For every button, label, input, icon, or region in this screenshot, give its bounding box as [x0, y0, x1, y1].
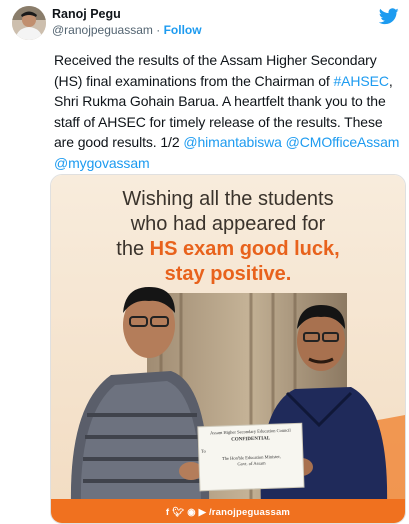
- author-name[interactable]: Ranoj Pegu: [52, 6, 202, 22]
- author-handle-row: @ranojpeguassam · Follow: [52, 22, 202, 38]
- media-headline: Wishing all the students who had appeare…: [51, 187, 405, 287]
- headline-line2: who had appeared for: [130, 213, 326, 235]
- headline-highlight-1: HS exam good luck,: [149, 238, 340, 260]
- avatar[interactable]: [12, 6, 46, 40]
- follow-button[interactable]: Follow: [164, 23, 202, 37]
- tweet-text-part1: Received the results of the Assam Higher…: [54, 52, 377, 89]
- tweet-media-image[interactable]: Wishing all the students who had appeare…: [50, 174, 406, 524]
- facebook-icon: f: [165, 507, 170, 518]
- instagram-icon: ◉: [187, 507, 196, 518]
- tweet-text: Received the results of the Assam Higher…: [54, 50, 402, 173]
- separator-dot: ·: [152, 23, 164, 37]
- hashtag-ahsec[interactable]: #AHSEC: [334, 73, 390, 89]
- mention-cmofficeassam[interactable]: @CMOfficeAssam: [286, 134, 400, 150]
- media-footer: f 🐦︎ ◉ ▶ /ranojpeguassam: [51, 507, 405, 518]
- headline-line3: the HS exam good luck,: [116, 238, 340, 260]
- envelope-text: Assam Higher Secondary Education Council…: [200, 427, 291, 467]
- twitter-bird-icon[interactable]: [379, 8, 399, 25]
- twitter-icon: 🐦︎: [172, 507, 185, 518]
- footer-handle: /ranojpeguassam: [208, 507, 291, 518]
- tweet-header: Ranoj Pegu @ranojpeguassam · Follow: [52, 6, 202, 38]
- avatar-image: [12, 6, 46, 40]
- author-handle[interactable]: @ranojpeguassam: [52, 23, 153, 37]
- headline-highlight-2: stay positive.: [164, 263, 292, 285]
- mention-himantabiswa[interactable]: @himantabiswa: [183, 134, 282, 150]
- tweet-card: Ranoj Pegu @ranojpeguassam · Follow Rece…: [0, 0, 409, 524]
- youtube-icon: ▶: [198, 507, 207, 518]
- headline-line1: Wishing all the students: [122, 188, 334, 210]
- mention-mygovassam[interactable]: @mygovassam: [54, 155, 150, 171]
